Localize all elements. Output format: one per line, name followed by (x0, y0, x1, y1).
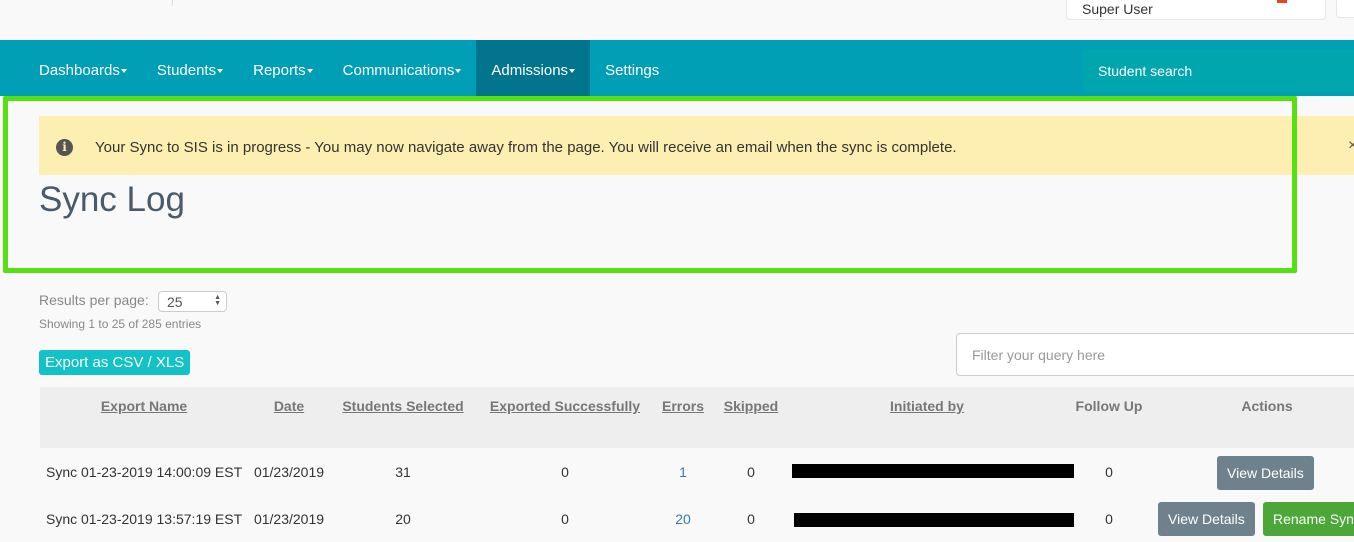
filter-input[interactable]: Filter your query here (956, 333, 1354, 376)
skipped: 0 (747, 511, 755, 527)
col-students-selected[interactable]: Students Selected (342, 398, 463, 414)
exported: 0 (561, 511, 569, 527)
nav-dashboards[interactable]: Dashboards (24, 40, 142, 96)
student-search-input[interactable]: Student search (1083, 49, 1354, 92)
alert-text: Your Sync to SIS is in progress - You ma… (95, 139, 957, 156)
table-row: Sync 01-23-2019 14:00:09 EST 01/23/2019 … (40, 448, 1354, 495)
nav-label: Students (156, 62, 217, 79)
nav-label: Admissions (491, 62, 569, 79)
nav-admissions[interactable]: Admissions (476, 40, 591, 96)
caret-down-icon (217, 69, 224, 74)
col-exported-successfully[interactable]: Exported Successfully (490, 398, 640, 414)
user-name: Super User (1082, 1, 1153, 17)
results-per-page-select[interactable]: 25 ▲ ▼ (158, 291, 227, 312)
info-icon: i (56, 139, 73, 156)
nav-communications[interactable]: Communications (328, 40, 477, 96)
nav-label: Communications (342, 62, 455, 79)
rename-sync-button[interactable]: Rename Sync (1263, 502, 1354, 536)
errors-link[interactable]: 20 (675, 511, 691, 527)
follow-up: 0 (1105, 464, 1113, 480)
filter-placeholder: Filter your query here (972, 347, 1106, 363)
date: 01/23/2019 (253, 464, 325, 480)
notification-icon[interactable] (1277, 0, 1287, 3)
table-header: Export Name Date Students Selected Expor… (40, 387, 1354, 448)
export-csv-button[interactable]: Export as CSV / XLS (39, 350, 191, 375)
export-name: Sync 01-23-2019 13:57:19 EST (46, 511, 243, 527)
col-skipped[interactable]: Skipped (724, 398, 778, 414)
col-initiated-by[interactable]: Initiated by (890, 398, 964, 414)
table-row: Sync 01-23-2019 13:57:19 EST 01/23/2019 … (40, 495, 1354, 542)
nav-label: Settings (605, 62, 660, 79)
top-bar: Super User (0, 0, 1354, 40)
close-icon[interactable]: × (1348, 137, 1354, 155)
user-menu[interactable]: Super User (1066, 0, 1326, 20)
col-errors[interactable]: Errors (662, 398, 704, 414)
caret-down-icon (120, 69, 127, 74)
export-name: Sync 01-23-2019 14:00:09 EST (46, 464, 243, 480)
redacted-initiator (794, 513, 1074, 527)
col-date[interactable]: Date (274, 398, 304, 414)
view-details-button[interactable]: View Details (1217, 456, 1314, 490)
stepper-arrows-icon: ▲ ▼ (214, 294, 221, 307)
col-actions: Actions (1241, 398, 1293, 414)
students-selected: 20 (395, 511, 411, 527)
skipped: 0 (747, 464, 755, 480)
header-button[interactable] (1336, 0, 1354, 18)
nav-label: Dashboards (39, 62, 120, 79)
redacted-initiator (792, 464, 1074, 478)
page-title: Sync Log (39, 180, 185, 219)
nav-settings[interactable]: Settings (590, 40, 674, 96)
divider (172, 0, 173, 6)
errors-link[interactable]: 1 (679, 464, 687, 480)
nav-students[interactable]: Students (142, 40, 238, 96)
follow-up: 0 (1105, 511, 1113, 527)
sync-alert: i Your Sync to SIS is in progress - You … (39, 116, 1354, 175)
students-selected: 31 (395, 464, 411, 480)
col-follow-up: Follow Up (1075, 398, 1143, 414)
entries-info: Showing 1 to 25 of 285 entries (39, 317, 202, 331)
caret-down-icon (569, 69, 576, 74)
search-label: Student search (1098, 63, 1193, 79)
results-per-page-label: Results per page: (39, 292, 149, 308)
exported: 0 (561, 464, 569, 480)
nav-reports[interactable]: Reports (238, 40, 328, 96)
view-details-button[interactable]: View Details (1158, 502, 1255, 536)
caret-down-icon (306, 69, 313, 74)
nav-label: Reports (253, 62, 306, 79)
col-export-name[interactable]: Export Name (101, 398, 187, 414)
select-value: 25 (167, 294, 183, 310)
caret-down-icon (455, 69, 462, 74)
date: 01/23/2019 (253, 511, 325, 527)
